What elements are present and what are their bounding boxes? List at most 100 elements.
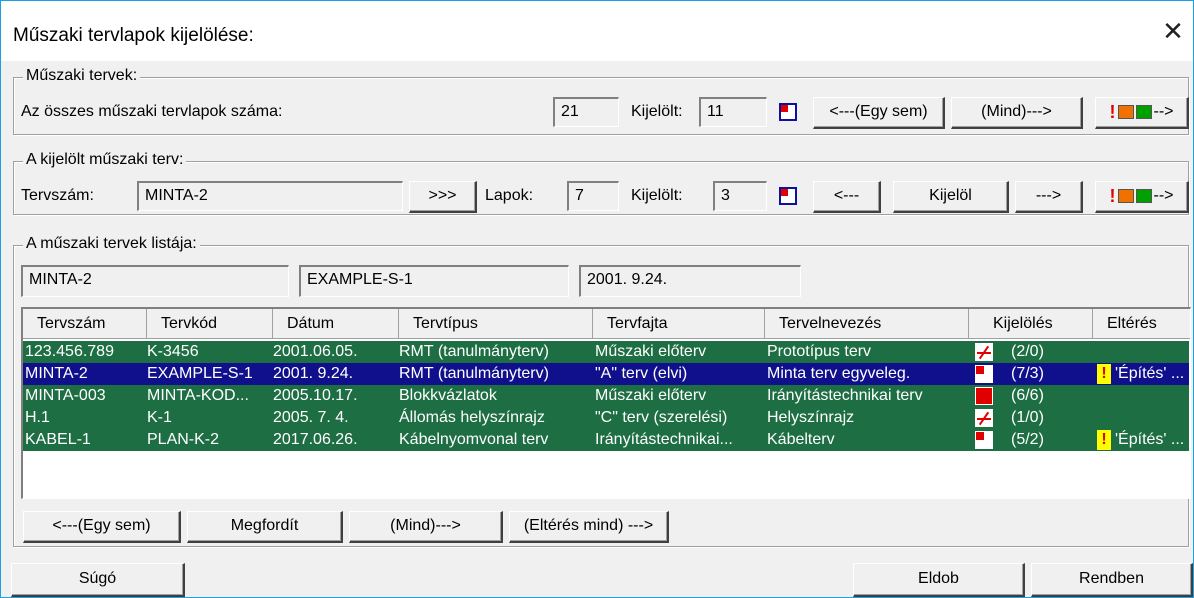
column-header[interactable]: Tervfajta	[593, 309, 765, 339]
column-header[interactable]: Kijelölés	[969, 309, 1093, 339]
table-row[interactable]: MINTA-003 MINTA-KOD... 2005.10.17. Blokkváz…	[23, 385, 1189, 407]
cell-date: 2005.10.17.	[273, 387, 358, 404]
total-label: Az összes műszaki tervlapok száma:	[21, 103, 283, 120]
tervek-all-label: (Mind)--->	[981, 103, 1052, 120]
total-value-field: 21	[553, 97, 619, 127]
column-header[interactable]: Dátum	[273, 309, 399, 339]
cell-number: KABEL-1	[25, 431, 91, 448]
list-none-button[interactable]: <---(Egy sem)	[23, 511, 181, 543]
tervek-selected-field: 11	[699, 97, 767, 127]
lapok-field: 7	[567, 181, 619, 211]
cell-number: 123.456.789	[25, 343, 114, 360]
group-kijelolt-label: A kijelölt műszaki terv:	[23, 151, 187, 169]
select-button[interactable]: Kijelöl	[893, 181, 1009, 213]
ok-button[interactable]: Rendben	[1031, 563, 1193, 597]
orange-square-icon	[1117, 189, 1134, 203]
table-row[interactable]: KABEL-1 PLAN-K-2 2017.06.26. Kábelnyomvonal…	[23, 429, 1189, 451]
browse-button[interactable]: >>>	[409, 181, 477, 213]
invert-button[interactable]: Megfordít	[187, 511, 343, 543]
table-row[interactable]: H.1 K-1 2005. 7. 4. Állomás helyszínrajz "C"…	[23, 407, 1189, 429]
cell-code: EXAMPLE-S-1	[147, 365, 253, 382]
cell-kind: "A" terv (elvi)	[595, 365, 688, 382]
selection-state-icon	[975, 409, 993, 427]
column-header[interactable]: Tervkód	[147, 309, 273, 339]
cell-name: Minta terv egyveleg.	[767, 365, 911, 382]
selection-state-icon	[975, 343, 993, 361]
cell-type: RMT (tanulmányterv)	[399, 365, 549, 382]
green-square-icon	[1135, 189, 1152, 203]
group-tervek-label: Műszaki tervek:	[23, 67, 141, 85]
cell-date: 2001.06.05.	[273, 343, 358, 360]
help-button[interactable]: Súgó	[11, 563, 185, 597]
next-button[interactable]: --->	[1015, 181, 1083, 213]
cell-name: Kábelterv	[767, 431, 835, 448]
cell-kind: "C" terv (szerelési)	[595, 409, 728, 426]
group-lista-label: A műszaki tervek listája:	[23, 235, 200, 253]
cell-type: Blokkvázlatok	[399, 387, 497, 404]
cell-code: K-3456	[147, 343, 199, 360]
cell-kind: Műszaki előterv	[595, 387, 707, 404]
dialog-window: Műszaki tervlapok kijelölése: ✕ Műszaki …	[0, 0, 1194, 598]
tervszam-label: Tervszám:	[21, 187, 94, 204]
column-header[interactable]: Tervelnevezés	[765, 309, 969, 339]
exclamation-icon: !	[1109, 102, 1116, 122]
selection-state-icon	[975, 431, 993, 449]
green-square-icon	[1135, 105, 1152, 119]
tervek-none-button[interactable]: <---(Egy sem)	[813, 97, 945, 129]
cell-date: 2017.06.26.	[273, 431, 358, 448]
window-title: Műszaki tervlapok kijelölése:	[13, 25, 254, 46]
cell-name: Irányítástechnikai terv	[767, 387, 923, 404]
kijelolt-diff-button[interactable]: ! -->	[1095, 181, 1189, 213]
cell-type: Állomás helyszínrajz	[399, 409, 545, 426]
cell-diff: 'Építés' ...	[1115, 431, 1185, 448]
list-all-button[interactable]: (Mind)--->	[349, 511, 503, 543]
cell-name: Prototípus terv	[767, 343, 872, 360]
selection-state-icon	[975, 387, 993, 405]
cell-type: RMT (tanulmányterv)	[399, 343, 549, 360]
filter-number-field[interactable]: MINTA-2	[21, 265, 289, 297]
cell-count: (2/0)	[1011, 343, 1044, 360]
tervek-diff-button[interactable]: ! -->	[1095, 97, 1189, 129]
tervek-selected-label: Kijelölt:	[631, 103, 683, 120]
cell-count: (7/3)	[1011, 365, 1044, 382]
cell-code: MINTA-KOD...	[147, 387, 249, 404]
close-icon[interactable]: ✕	[1159, 17, 1187, 45]
arrow-label: -->	[1153, 103, 1174, 120]
table-row[interactable]: 123.456.789 K-3456 2001.06.05. RMT (tanulmá…	[23, 341, 1189, 363]
warning-icon: !	[1097, 430, 1111, 450]
table-row[interactable]: MINTA-2 EXAMPLE-S-1 2001. 9.24. RMT (tanulm…	[23, 363, 1189, 385]
cell-kind: Műszaki előterv	[595, 343, 707, 360]
cell-count: (6/6)	[1011, 387, 1044, 404]
cell-diff: 'Építés' ...	[1115, 365, 1185, 382]
kijelolt-selected-label: Kijelölt:	[631, 187, 683, 204]
column-header[interactable]: Eltérés	[1093, 309, 1190, 339]
cell-code: K-1	[147, 409, 172, 426]
filter-date-field[interactable]: 2001. 9.24.	[579, 265, 801, 297]
cell-kind: Irányítástechnikai...	[595, 431, 733, 448]
diff-all-button[interactable]: (Eltérés mind) --->	[509, 511, 669, 543]
selection-state-icon	[975, 365, 993, 383]
cell-date: 2001. 9.24.	[273, 365, 354, 382]
prev-button[interactable]: <---	[813, 181, 881, 213]
exclamation-icon: !	[1109, 186, 1116, 206]
list-header: Tervszám Tervkód Dátum Tervtípus Tervfaj…	[23, 309, 1190, 339]
cell-count: (1/0)	[1011, 409, 1044, 426]
lapok-label: Lapok:	[485, 187, 534, 204]
discard-button[interactable]: Eldob	[853, 563, 1025, 597]
cell-number: MINTA-2	[25, 365, 88, 382]
filter-code-field[interactable]: EXAMPLE-S-1	[299, 265, 569, 297]
cell-count: (5/2)	[1011, 431, 1044, 448]
selection-partial-icon	[779, 187, 797, 205]
plan-list[interactable]: Tervszám Tervkód Dátum Tervtípus Tervfaj…	[21, 307, 1191, 499]
cell-number: MINTA-003	[25, 387, 106, 404]
kijelolt-selected-field: 3	[713, 181, 767, 211]
warning-icon: !	[1097, 364, 1111, 384]
column-header[interactable]: Tervszám	[23, 309, 147, 339]
title-bar: Műszaki tervlapok kijelölése: ✕	[1, 1, 1193, 61]
tervek-all-button[interactable]: (Mind)--->	[951, 97, 1083, 129]
cell-code: PLAN-K-2	[147, 431, 220, 448]
column-header[interactable]: Tervtípus	[399, 309, 593, 339]
cell-type: Kábelnyomvonal terv	[399, 431, 549, 448]
tervszam-field[interactable]: MINTA-2	[137, 181, 403, 211]
orange-square-icon	[1117, 105, 1134, 119]
